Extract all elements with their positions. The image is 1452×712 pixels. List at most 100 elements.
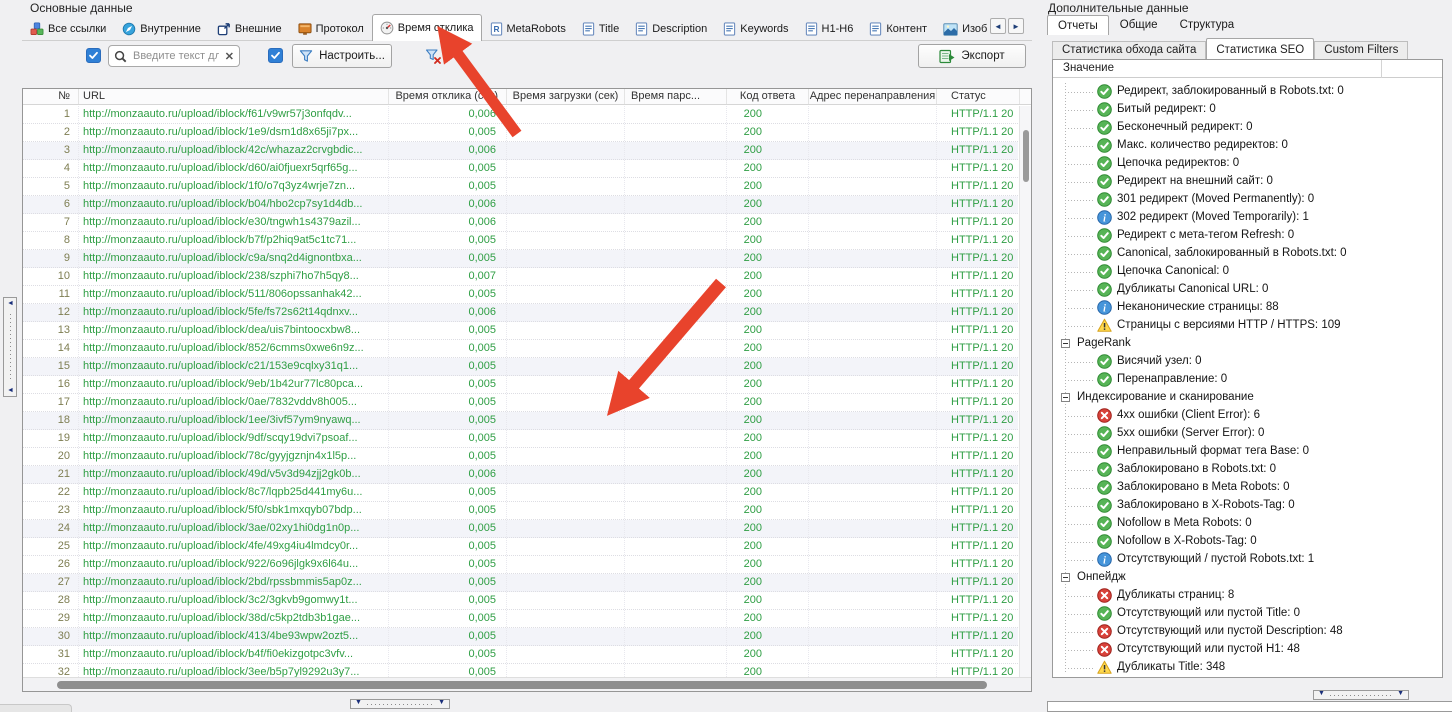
table-row[interactable]: 17http://monzaauto.ru/upload/iblock/0ae/… — [23, 394, 1018, 412]
tree-item[interactable]: Неправильный формат тега Base: 0 — [1053, 443, 1442, 461]
configure-filter-button[interactable]: Настроить... — [292, 44, 392, 68]
table-row[interactable]: 31http://monzaauto.ru/upload/iblock/b4f/… — [23, 646, 1018, 664]
table-row[interactable]: 20http://monzaauto.ru/upload/iblock/78c/… — [23, 448, 1018, 466]
tabs-scroll-right-button[interactable]: ► — [1008, 18, 1024, 34]
table-row[interactable]: 18http://monzaauto.ru/upload/iblock/1ee/… — [23, 412, 1018, 430]
tree-item[interactable]: Canonical, заблокированный в Robots.txt:… — [1053, 245, 1442, 263]
main-tab-10[interactable]: Контент — [861, 17, 935, 41]
hscroll-thumb[interactable] — [57, 681, 987, 689]
tree-item[interactable]: Редирект с мета-тегом Refresh: 0 — [1053, 227, 1442, 245]
tree-item[interactable]: i302 редирект (Moved Temporarily): 1 — [1053, 209, 1442, 227]
collapse-down-icon[interactable]: ▼ — [355, 699, 362, 706]
tree-item[interactable]: Дубликаты Canonical URL: 0 — [1053, 281, 1442, 299]
side-bottom-splitter[interactable]: ▼ ▼ — [1313, 690, 1409, 700]
column-header[interactable]: Код ответа — [727, 89, 809, 104]
tree-item[interactable]: iОтсутствующий / пустой Robots.txt: 1 — [1053, 551, 1442, 569]
tree-item[interactable]: Макс. количество редиректов: 0 — [1053, 137, 1442, 155]
tree-item[interactable]: 5xx ошибки (Server Error): 0 — [1053, 425, 1442, 443]
table-row[interactable]: 8http://monzaauto.ru/upload/iblock/b7f/p… — [23, 232, 1018, 250]
tree-item[interactable]: Цепочка Canonical: 0 — [1053, 263, 1442, 281]
table-row[interactable]: 27http://monzaauto.ru/upload/iblock/2bd/… — [23, 574, 1018, 592]
tree-item[interactable]: Отсутствующий или пустой H1: 48 — [1053, 641, 1442, 659]
vscroll-thumb[interactable] — [1023, 130, 1029, 182]
left-panel-splitter[interactable]: ◄ ◄ — [3, 297, 17, 397]
side-tab-1[interactable]: Общие — [1109, 16, 1169, 35]
tree-item[interactable]: Отсутствующий или пустой Title: 0 — [1053, 605, 1442, 623]
table-row[interactable]: 12http://monzaauto.ru/upload/iblock/5fe/… — [23, 304, 1018, 322]
tree-item[interactable]: Страницы с версиями HTTP / HTTPS: 109 — [1053, 317, 1442, 335]
export-button[interactable]: Экспорт — [918, 44, 1026, 68]
table-row[interactable]: 32http://monzaauto.ru/upload/iblock/3ee/… — [23, 664, 1018, 677]
main-tab-1[interactable]: Внутренние — [114, 17, 209, 41]
column-header[interactable]: URL — [79, 89, 389, 104]
tree-item[interactable]: Бесконечный редирект: 0 — [1053, 119, 1442, 137]
collapse-down-icon[interactable]: ▼ — [1318, 690, 1325, 697]
main-tab-3[interactable]: Протокол — [290, 17, 372, 41]
tree-item[interactable]: Заблокировано в X-Robots-Tag: 0 — [1053, 497, 1442, 515]
main-bottom-splitter[interactable]: ▼ ▼ — [350, 699, 450, 709]
side-subtab-1[interactable]: Статистика SEO — [1206, 38, 1314, 59]
table-horizontal-scrollbar[interactable] — [23, 677, 1031, 691]
table-row[interactable]: 22http://monzaauto.ru/upload/iblock/8c7/… — [23, 484, 1018, 502]
table-row[interactable]: 16http://monzaauto.ru/upload/iblock/9eb/… — [23, 376, 1018, 394]
table-row[interactable]: 14http://monzaauto.ru/upload/iblock/852/… — [23, 340, 1018, 358]
tree-item[interactable]: Цепочка редиректов: 0 — [1053, 155, 1442, 173]
column-header[interactable]: № — [23, 89, 79, 104]
side-tab-2[interactable]: Структура — [1169, 16, 1246, 35]
table-row[interactable]: 5http://monzaauto.ru/upload/iblock/1f0/o… — [23, 178, 1018, 196]
tree-item[interactable]: 4xx ошибки (Client Error): 6 — [1053, 407, 1442, 425]
table-row[interactable]: 28http://monzaauto.ru/upload/iblock/3c2/… — [23, 592, 1018, 610]
tree-item[interactable]: Битый редирект: 0 — [1053, 101, 1442, 119]
tree-item[interactable]: iНеканонические страницы: 88 — [1053, 299, 1442, 317]
collapse-expander-icon[interactable] — [1061, 339, 1070, 348]
tree-item[interactable]: Заблокировано в Robots.txt: 0 — [1053, 461, 1442, 479]
collapse-left-icon[interactable]: ◄ — [7, 300, 14, 307]
table-row[interactable]: 26http://monzaauto.ru/upload/iblock/922/… — [23, 556, 1018, 574]
tree-item[interactable]: Дубликаты Title: 348 — [1053, 659, 1442, 677]
tree-group[interactable]: PageRank — [1053, 335, 1442, 353]
collapse-down-icon[interactable]: ▼ — [1397, 690, 1404, 697]
main-tab-9[interactable]: H1-H6 — [797, 17, 862, 41]
main-tab-6[interactable]: Title — [574, 17, 627, 41]
table-row[interactable]: 10http://monzaauto.ru/upload/iblock/238/… — [23, 268, 1018, 286]
table-row[interactable]: 1http://monzaauto.ru/upload/iblock/f61/v… — [23, 106, 1018, 124]
table-row[interactable]: 3http://monzaauto.ru/upload/iblock/42c/w… — [23, 142, 1018, 160]
tree-item[interactable]: Висячий узел: 0 — [1053, 353, 1442, 371]
table-row[interactable]: 4http://monzaauto.ru/upload/iblock/d60/a… — [23, 160, 1018, 178]
table-row[interactable]: 30http://monzaauto.ru/upload/iblock/413/… — [23, 628, 1018, 646]
filter-enabled-checkbox[interactable] — [268, 48, 283, 63]
main-tab-11[interactable]: Изображения — [935, 17, 988, 41]
collapse-expander-icon[interactable] — [1061, 393, 1070, 402]
table-row[interactable]: 19http://monzaauto.ru/upload/iblock/9df/… — [23, 430, 1018, 448]
tree-group[interactable]: Онпейдж — [1053, 569, 1442, 587]
column-header[interactable]: Время загрузки (сек) — [507, 89, 625, 104]
column-header[interactable]: Адрес перенаправления — [809, 89, 937, 104]
search-enabled-checkbox[interactable] — [86, 48, 101, 63]
tree-item[interactable]: Nofollow в X-Robots-Tag: 0 — [1053, 533, 1442, 551]
column-header[interactable]: Время парс... — [625, 89, 727, 104]
table-row[interactable]: 11http://monzaauto.ru/upload/iblock/511/… — [23, 286, 1018, 304]
clear-search-icon[interactable]: ✕ — [225, 50, 234, 63]
side-subtab-0[interactable]: Статистика обхода сайта — [1052, 41, 1206, 59]
main-tab-8[interactable]: Keywords — [715, 17, 796, 41]
side-tab-0[interactable]: Отчеты — [1047, 15, 1109, 35]
table-row[interactable]: 6http://monzaauto.ru/upload/iblock/b04/h… — [23, 196, 1018, 214]
table-vertical-scrollbar[interactable] — [1019, 106, 1031, 677]
main-tab-0[interactable]: Все ссылки — [22, 17, 114, 41]
column-header[interactable]: Время отклика (сек) — [389, 89, 507, 104]
reset-filter-button[interactable] — [420, 44, 445, 68]
table-row[interactable]: 7http://monzaauto.ru/upload/iblock/e30/t… — [23, 214, 1018, 232]
tree-item[interactable]: Nofollow в Meta Robots: 0 — [1053, 515, 1442, 533]
search-input[interactable] — [131, 49, 221, 63]
table-row[interactable]: 21http://monzaauto.ru/upload/iblock/49d/… — [23, 466, 1018, 484]
table-row[interactable]: 13http://monzaauto.ru/upload/iblock/dea/… — [23, 322, 1018, 340]
tree-item[interactable]: Дубликаты страниц: 8 — [1053, 587, 1442, 605]
table-row[interactable]: 15http://monzaauto.ru/upload/iblock/c21/… — [23, 358, 1018, 376]
tree-group[interactable]: Индексирование и сканирование — [1053, 389, 1442, 407]
column-header[interactable]: Статус — [937, 89, 1020, 104]
collapse-left-icon[interactable]: ◄ — [7, 387, 14, 394]
collapse-down-icon[interactable]: ▼ — [438, 699, 445, 706]
table-row[interactable]: 23http://monzaauto.ru/upload/iblock/5f0/… — [23, 502, 1018, 520]
table-row[interactable]: 29http://monzaauto.ru/upload/iblock/38d/… — [23, 610, 1018, 628]
tree-item[interactable]: Редирект, заблокированный в Robots.txt: … — [1053, 83, 1442, 101]
